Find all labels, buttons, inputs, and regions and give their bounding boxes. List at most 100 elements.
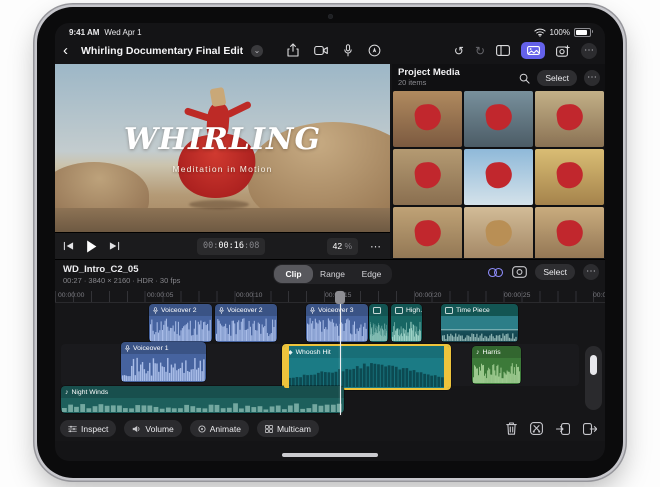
ruler-label: 00:00:20 [415,292,441,299]
clip-night-winds[interactable]: ♪Night Winds [61,386,344,413]
clip-time-piece[interactable]: Time Piece [441,304,518,342]
wifi-icon [534,28,546,37]
project-media-panel: Project Media 20 items Select ⋯ [392,64,605,258]
timeline-more-icon[interactable]: ⋯ [583,264,599,280]
segment-clip[interactable]: Clip [274,265,313,283]
back-button[interactable]: ‹ [63,41,68,61]
clip-voiceover-2b[interactable]: Voiceover 2 [215,304,277,342]
more-options-icon[interactable]: ⋯ [581,43,597,59]
browser-layout-icon[interactable] [496,45,510,56]
clip-voiceover-2a[interactable]: Voiceover 2 [149,304,212,342]
skip-back-icon[interactable] [63,241,74,251]
media-thumb[interactable] [393,91,462,147]
video-subtitle-overlay: Meditation in Motion [55,164,390,174]
segment-edge[interactable]: Edge [352,265,391,283]
search-icon[interactable] [519,73,530,84]
redo-icon[interactable]: ↻ [475,43,485,59]
timecode-display[interactable]: 00:00:16:08 [197,238,265,255]
timeline-ruler[interactable]: 00:00:00 00:00:05 00:00:10 00:00:15 00:0… [55,291,605,303]
ruler-label: 00:00:05 [147,292,173,299]
project-title: Whirling Documentary Final Edit [81,45,243,57]
battery-percent: 100% [550,28,570,37]
ipad-device: 9:41 AM Wed Apr 1 100% ‹ Whirling Documen… [37,7,623,478]
speaker-icon [132,425,141,433]
screen: 9:41 AM Wed Apr 1 100% ‹ Whirling Documen… [55,23,605,461]
app-toolbar: ‹ Whirling Documentary Final Edit ⌄ ↺ [55,40,605,64]
camera-record-icon[interactable] [512,266,527,278]
animate-button[interactable]: Animate [190,420,249,437]
skip-forward-icon[interactable] [109,241,120,251]
audio-waveform [150,317,211,341]
audio-waveform [122,357,205,381]
media-thumb[interactable] [464,91,533,147]
ruler-label: 00:00:25 [504,292,530,299]
ruler-label: 00:00:00 [58,292,84,299]
record-video-icon[interactable] [314,45,328,56]
viewer-zoom-control[interactable]: 42 % [327,238,358,255]
date: Wed Apr 1 [104,28,141,37]
timeline-bottom-bar: Inspect Volume Animate Multicam [55,416,605,441]
media-thumb[interactable] [464,149,533,205]
playhead-handle[interactable] [335,291,345,304]
media-thumb[interactable] [393,149,462,205]
volume-button[interactable]: Volume [124,420,181,437]
microphone-icon[interactable] [343,44,353,57]
mic-icon [310,307,315,314]
clip-voiceover-1[interactable]: Voiceover 1 [121,342,206,382]
status-bar: 9:41 AM Wed Apr 1 100% [55,25,605,39]
media-thumb[interactable] [393,207,462,258]
media-select-button[interactable]: Select [537,70,577,86]
segment-range[interactable]: Range [313,265,352,283]
overwrite-icon[interactable] [556,423,570,435]
undo-icon[interactable]: ↺ [454,43,464,59]
home-indicator[interactable] [282,453,378,457]
sliders-icon [68,425,77,433]
audio-waveform [216,317,276,341]
ruler-label: 00:00:30 [593,292,605,299]
sound-effect-icon: ◆ [288,349,293,356]
video-title-overlay: WHIRLING [55,122,390,157]
battery-icon [574,28,591,37]
media-panel-icon-active[interactable] [521,42,545,59]
clip-harris[interactable]: ♪Harris [472,346,521,384]
clip-voiceover-3[interactable]: Voiceover 3 [306,304,368,342]
audio-waveform [285,361,448,387]
audio-waveform [392,321,421,341]
front-camera [328,14,333,19]
media-thumb[interactable] [464,207,533,258]
jog-pointer-icon[interactable] [368,44,381,57]
media-more-icon[interactable]: ⋯ [584,70,600,86]
capture-icon[interactable] [556,45,570,57]
audio-waveform [442,333,517,341]
blade-icon[interactable] [530,422,543,435]
video-clip-icon [445,307,453,314]
audio-waveform [370,321,387,341]
viewer-more-icon[interactable]: ⋯ [370,240,382,253]
media-grid [393,91,604,258]
append-icon[interactable] [583,423,597,435]
timeline-jog-control[interactable] [585,346,602,410]
media-thumb[interactable] [535,207,604,258]
media-thumb[interactable] [535,91,604,147]
clip-whoosh-hit-selected[interactable]: ◆Whoosh Hit [282,344,451,390]
media-thumb[interactable] [535,149,604,205]
timeline-select-button[interactable]: Select [535,264,575,280]
play-button[interactable] [86,240,97,253]
clip-small-teal[interactable] [369,304,388,342]
music-note-icon: ♪ [476,349,480,356]
mic-icon [125,345,130,352]
multicam-button[interactable]: Multicam [257,420,319,437]
keyframe-icon [198,425,206,433]
delete-icon[interactable] [506,422,517,435]
clip-highlights[interactable]: High… [391,304,422,342]
title-chevron-icon[interactable]: ⌄ [251,45,263,57]
playhead-line[interactable] [340,291,341,415]
connect-clips-icon[interactable] [487,267,504,278]
inspect-button[interactable]: Inspect [60,420,116,437]
timeline-panel: WD_Intro_C2_05 00:27 · 3840 × 2160 · HDR… [55,259,605,441]
share-icon[interactable] [287,43,299,57]
mic-icon [153,307,158,314]
audio-waveform [473,361,520,383]
viewer[interactable]: WHIRLING Meditation in Motion [55,64,390,232]
clock: 9:41 AM [69,28,99,37]
